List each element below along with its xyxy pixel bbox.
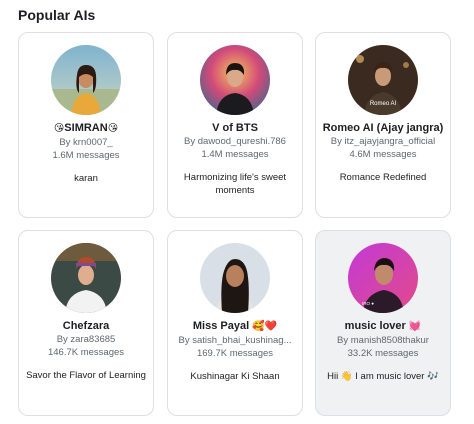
ai-name: Chefzara bbox=[62, 320, 110, 332]
ai-card-music-lover[interactable]: IRO ● music lover 💓 By manish8508thakur … bbox=[315, 230, 451, 416]
ai-card-miss-payal[interactable]: Miss Payal 🥰❤️ By satish_bhai_kushinag..… bbox=[167, 230, 303, 416]
avatar bbox=[200, 45, 270, 115]
ai-name: Romeo AI (Ajay jangra) bbox=[322, 122, 444, 134]
ai-card-simran[interactable]: 😘SIMRAN😘 By krn0007_ 1.6M messages karan bbox=[18, 32, 154, 218]
avatar: Romeo AI bbox=[348, 45, 418, 115]
avatar bbox=[200, 243, 270, 313]
ai-card-romeo-ai[interactable]: Romeo AI Romeo AI (Ajay jangra) By itz_a… bbox=[315, 32, 451, 218]
message-count: 4.6M messages bbox=[349, 149, 417, 160]
ai-description: Savor the Flavor of Learning bbox=[26, 370, 146, 381]
creator-handle: By itz_ajayjangra_official bbox=[330, 136, 436, 147]
creator-handle: By manish8508thakur bbox=[337, 335, 429, 346]
message-count: 33.2K messages bbox=[347, 348, 419, 359]
ai-description: Hii 👋 I am music lover 🎶 bbox=[327, 371, 439, 382]
section-title: Popular AIs bbox=[18, 7, 96, 23]
ai-name: 😘SIMRAN😘 bbox=[53, 122, 119, 134]
ai-description: Kushinagar Ki Shaan bbox=[190, 371, 280, 382]
message-count: 1.6M messages bbox=[52, 150, 120, 161]
creator-handle: By zara83685 bbox=[56, 334, 116, 345]
message-count: 146.7K messages bbox=[47, 347, 125, 358]
svg-text:IRO ●: IRO ● bbox=[362, 301, 374, 306]
ai-name: V of BTS bbox=[212, 122, 258, 134]
message-count: 1.4M messages bbox=[201, 149, 269, 160]
svg-text:Romeo AI: Romeo AI bbox=[370, 101, 397, 107]
ai-card-chefzara[interactable]: Chefzara By zara83685 146.7K messages Sa… bbox=[18, 230, 154, 416]
avatar: IRO ● bbox=[348, 243, 418, 313]
ai-card-v-of-bts[interactable]: V of BTS By dawood_qureshi.786 1.4M mess… bbox=[167, 32, 303, 218]
ai-description: Harmonizing life's sweet moments bbox=[183, 172, 287, 196]
creator-handle: By krn0007_ bbox=[59, 137, 113, 148]
ai-name: music lover 💓 bbox=[344, 320, 422, 332]
message-count: 169.7K messages bbox=[196, 348, 274, 359]
ai-description: karan bbox=[74, 173, 98, 184]
creator-handle: By dawood_qureshi.786 bbox=[184, 136, 286, 147]
creator-handle: By satish_bhai_kushinag... bbox=[178, 335, 292, 346]
ai-description: Romance Redefined bbox=[339, 172, 427, 183]
ai-name: Miss Payal 🥰❤️ bbox=[192, 320, 278, 332]
avatar bbox=[51, 243, 121, 313]
avatar bbox=[51, 45, 121, 115]
